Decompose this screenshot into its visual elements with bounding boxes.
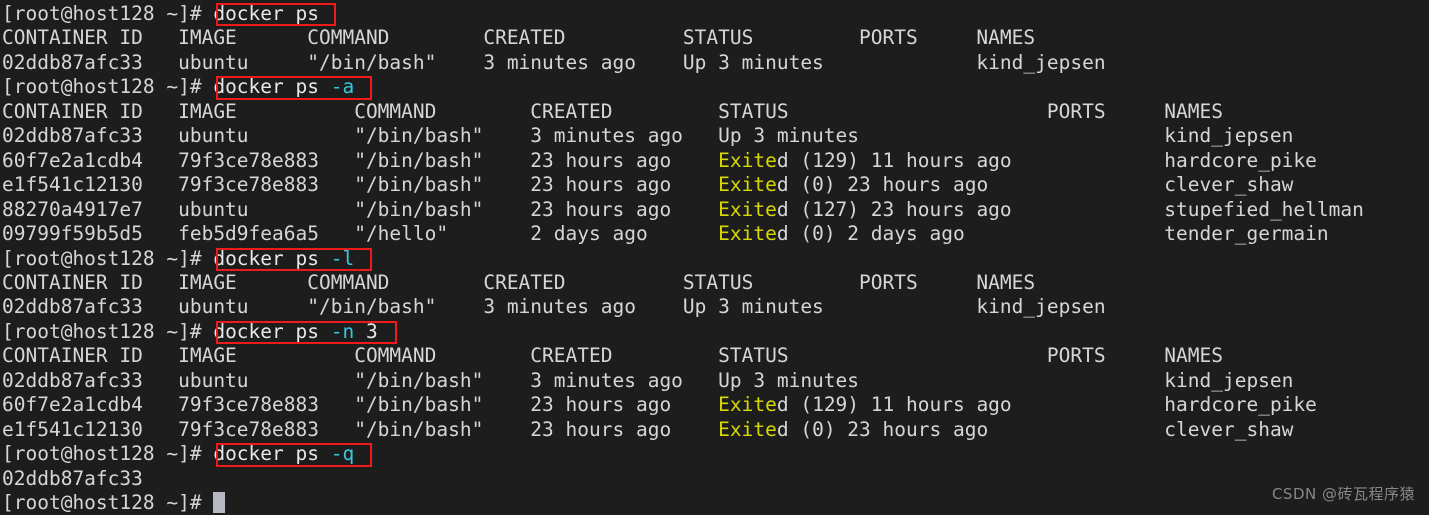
table-header-row: CONTAINER ID IMAGE COMMAND CREATED STATU… [2, 344, 1223, 368]
watermark: CSDN @砖瓦程序猿 [1271, 484, 1415, 503]
terminal-prompt-line: [root@host128 ~]# docker ps [2, 2, 319, 26]
table-row: 60f7e2a1cdb4 79f3ce78e883 "/bin/bash" 23… [2, 149, 1317, 173]
shell-prompt: [root@host128 ~]# [2, 491, 214, 514]
table-row: 88270a4917e7 ubuntu "/bin/bash" 23 hours… [2, 198, 1364, 222]
table-row: 09799f59b5d5 feb5d9fea6a5 "/hello" 2 day… [2, 222, 1329, 246]
header-text: CONTAINER ID IMAGE COMMAND CREATED STATU… [2, 26, 1036, 50]
row-right-columns: d (129) 11 hours ago hardcore_pike [776, 148, 1317, 172]
row-right-columns: d (0) 23 hours ago clever_shaw [776, 173, 1294, 197]
row-text: 02ddb87afc33 ubuntu "/bin/bash" 3 minute… [2, 295, 1106, 319]
header-text: CONTAINER ID IMAGE COMMAND CREATED STATU… [2, 344, 1223, 368]
command-flag: -a [330, 75, 355, 99]
terminal-prompt-line: [root@host128 ~]# docker ps -q [2, 442, 354, 466]
terminal-prompt-line: [root@host128 ~]# docker ps -a [2, 75, 354, 99]
command-arg: 3 [365, 319, 378, 343]
shell-prompt: [root@host128 ~]# [2, 319, 214, 343]
terminal-prompt-line: [root@host128 ~]# docker ps -l [2, 247, 354, 271]
command-text: docker ps [213, 246, 319, 270]
table-row: 02ddb87afc33 ubuntu "/bin/bash" 3 minute… [2, 124, 1293, 148]
status-exited: Exite [706, 148, 777, 172]
table-row: 02ddb87afc33 ubuntu "/bin/bash" 3 minute… [2, 51, 1106, 75]
row-left-columns: e1f541c12130 79f3ce78e883 "/bin/bash" 23… [2, 173, 707, 197]
row-left-columns: 60f7e2a1cdb4 79f3ce78e883 "/bin/bash" 23… [2, 148, 707, 172]
status-exited: Exite [706, 197, 777, 221]
status-exited: Exite [706, 393, 777, 417]
command-flag: -l [330, 246, 355, 270]
row-text: 02ddb87afc33 ubuntu "/bin/bash" 3 minute… [2, 50, 1106, 74]
command-text: docker ps [213, 442, 319, 466]
shell-prompt: [root@host128 ~]# [2, 246, 214, 270]
status-exited: Exite [706, 222, 777, 246]
command-text: docker ps [213, 75, 319, 99]
command-text: docker ps [213, 319, 319, 343]
table-header-row: CONTAINER ID IMAGE COMMAND CREATED STATU… [2, 26, 1035, 50]
shell-prompt: [root@host128 ~]# [2, 442, 214, 466]
terminal-window[interactable]: [root@host128 ~]# docker ps CONTAINER ID … [0, 0, 1429, 514]
shell-prompt: [root@host128 ~]# [2, 75, 214, 99]
command-flag: -n [330, 319, 355, 343]
table-row: 02ddb87afc33 [2, 467, 143, 491]
row-right-columns: d (129) 11 hours ago hardcore_pike [776, 393, 1317, 417]
table-row: 02ddb87afc33 ubuntu "/bin/bash" 3 minute… [2, 369, 1293, 393]
shell-prompt: [root@host128 ~]# [2, 2, 214, 25]
text-cursor [213, 492, 226, 513]
row-left-columns: 88270a4917e7 ubuntu "/bin/bash" 23 hours… [2, 197, 707, 221]
header-text: CONTAINER ID IMAGE COMMAND CREATED STATU… [2, 270, 1036, 294]
table-row: 60f7e2a1cdb4 79f3ce78e883 "/bin/bash" 23… [2, 393, 1317, 417]
terminal-prompt-line: [root@host128 ~]# docker ps -n 3 [2, 320, 378, 344]
row-text: 02ddb87afc33 ubuntu "/bin/bash" 3 minute… [2, 124, 1294, 148]
header-text: CONTAINER ID IMAGE COMMAND CREATED STATU… [2, 99, 1223, 123]
command-text: docker ps [213, 2, 319, 25]
row-left-columns: 09799f59b5d5 feb5d9fea6a5 "/hello" 2 day… [2, 222, 707, 246]
row-text: 02ddb87afc33 ubuntu "/bin/bash" 3 minute… [2, 368, 1294, 392]
table-row: e1f541c12130 79f3ce78e883 "/bin/bash" 23… [2, 173, 1293, 197]
table-header-row: CONTAINER ID IMAGE COMMAND CREATED STATU… [2, 100, 1223, 124]
table-header-row: CONTAINER ID IMAGE COMMAND CREATED STATU… [2, 271, 1035, 295]
row-left-columns: e1f541c12130 79f3ce78e883 "/bin/bash" 23… [2, 417, 707, 441]
table-row: e1f541c12130 79f3ce78e883 "/bin/bash" 23… [2, 418, 1293, 442]
row-right-columns: d (0) 2 days ago tender_germain [776, 222, 1329, 246]
row-text: 02ddb87afc33 [2, 466, 143, 490]
row-right-columns: d (0) 23 hours ago clever_shaw [776, 417, 1294, 441]
terminal-prompt-line: [root@host128 ~]# [2, 491, 226, 515]
status-exited: Exite [706, 173, 777, 197]
table-row: 02ddb87afc33 ubuntu "/bin/bash" 3 minute… [2, 295, 1106, 319]
status-exited: Exite [706, 417, 777, 441]
row-left-columns: 60f7e2a1cdb4 79f3ce78e883 "/bin/bash" 23… [2, 393, 707, 417]
row-right-columns: d (127) 23 hours ago stupefied_hellman [776, 197, 1364, 221]
command-flag: -q [330, 442, 355, 466]
